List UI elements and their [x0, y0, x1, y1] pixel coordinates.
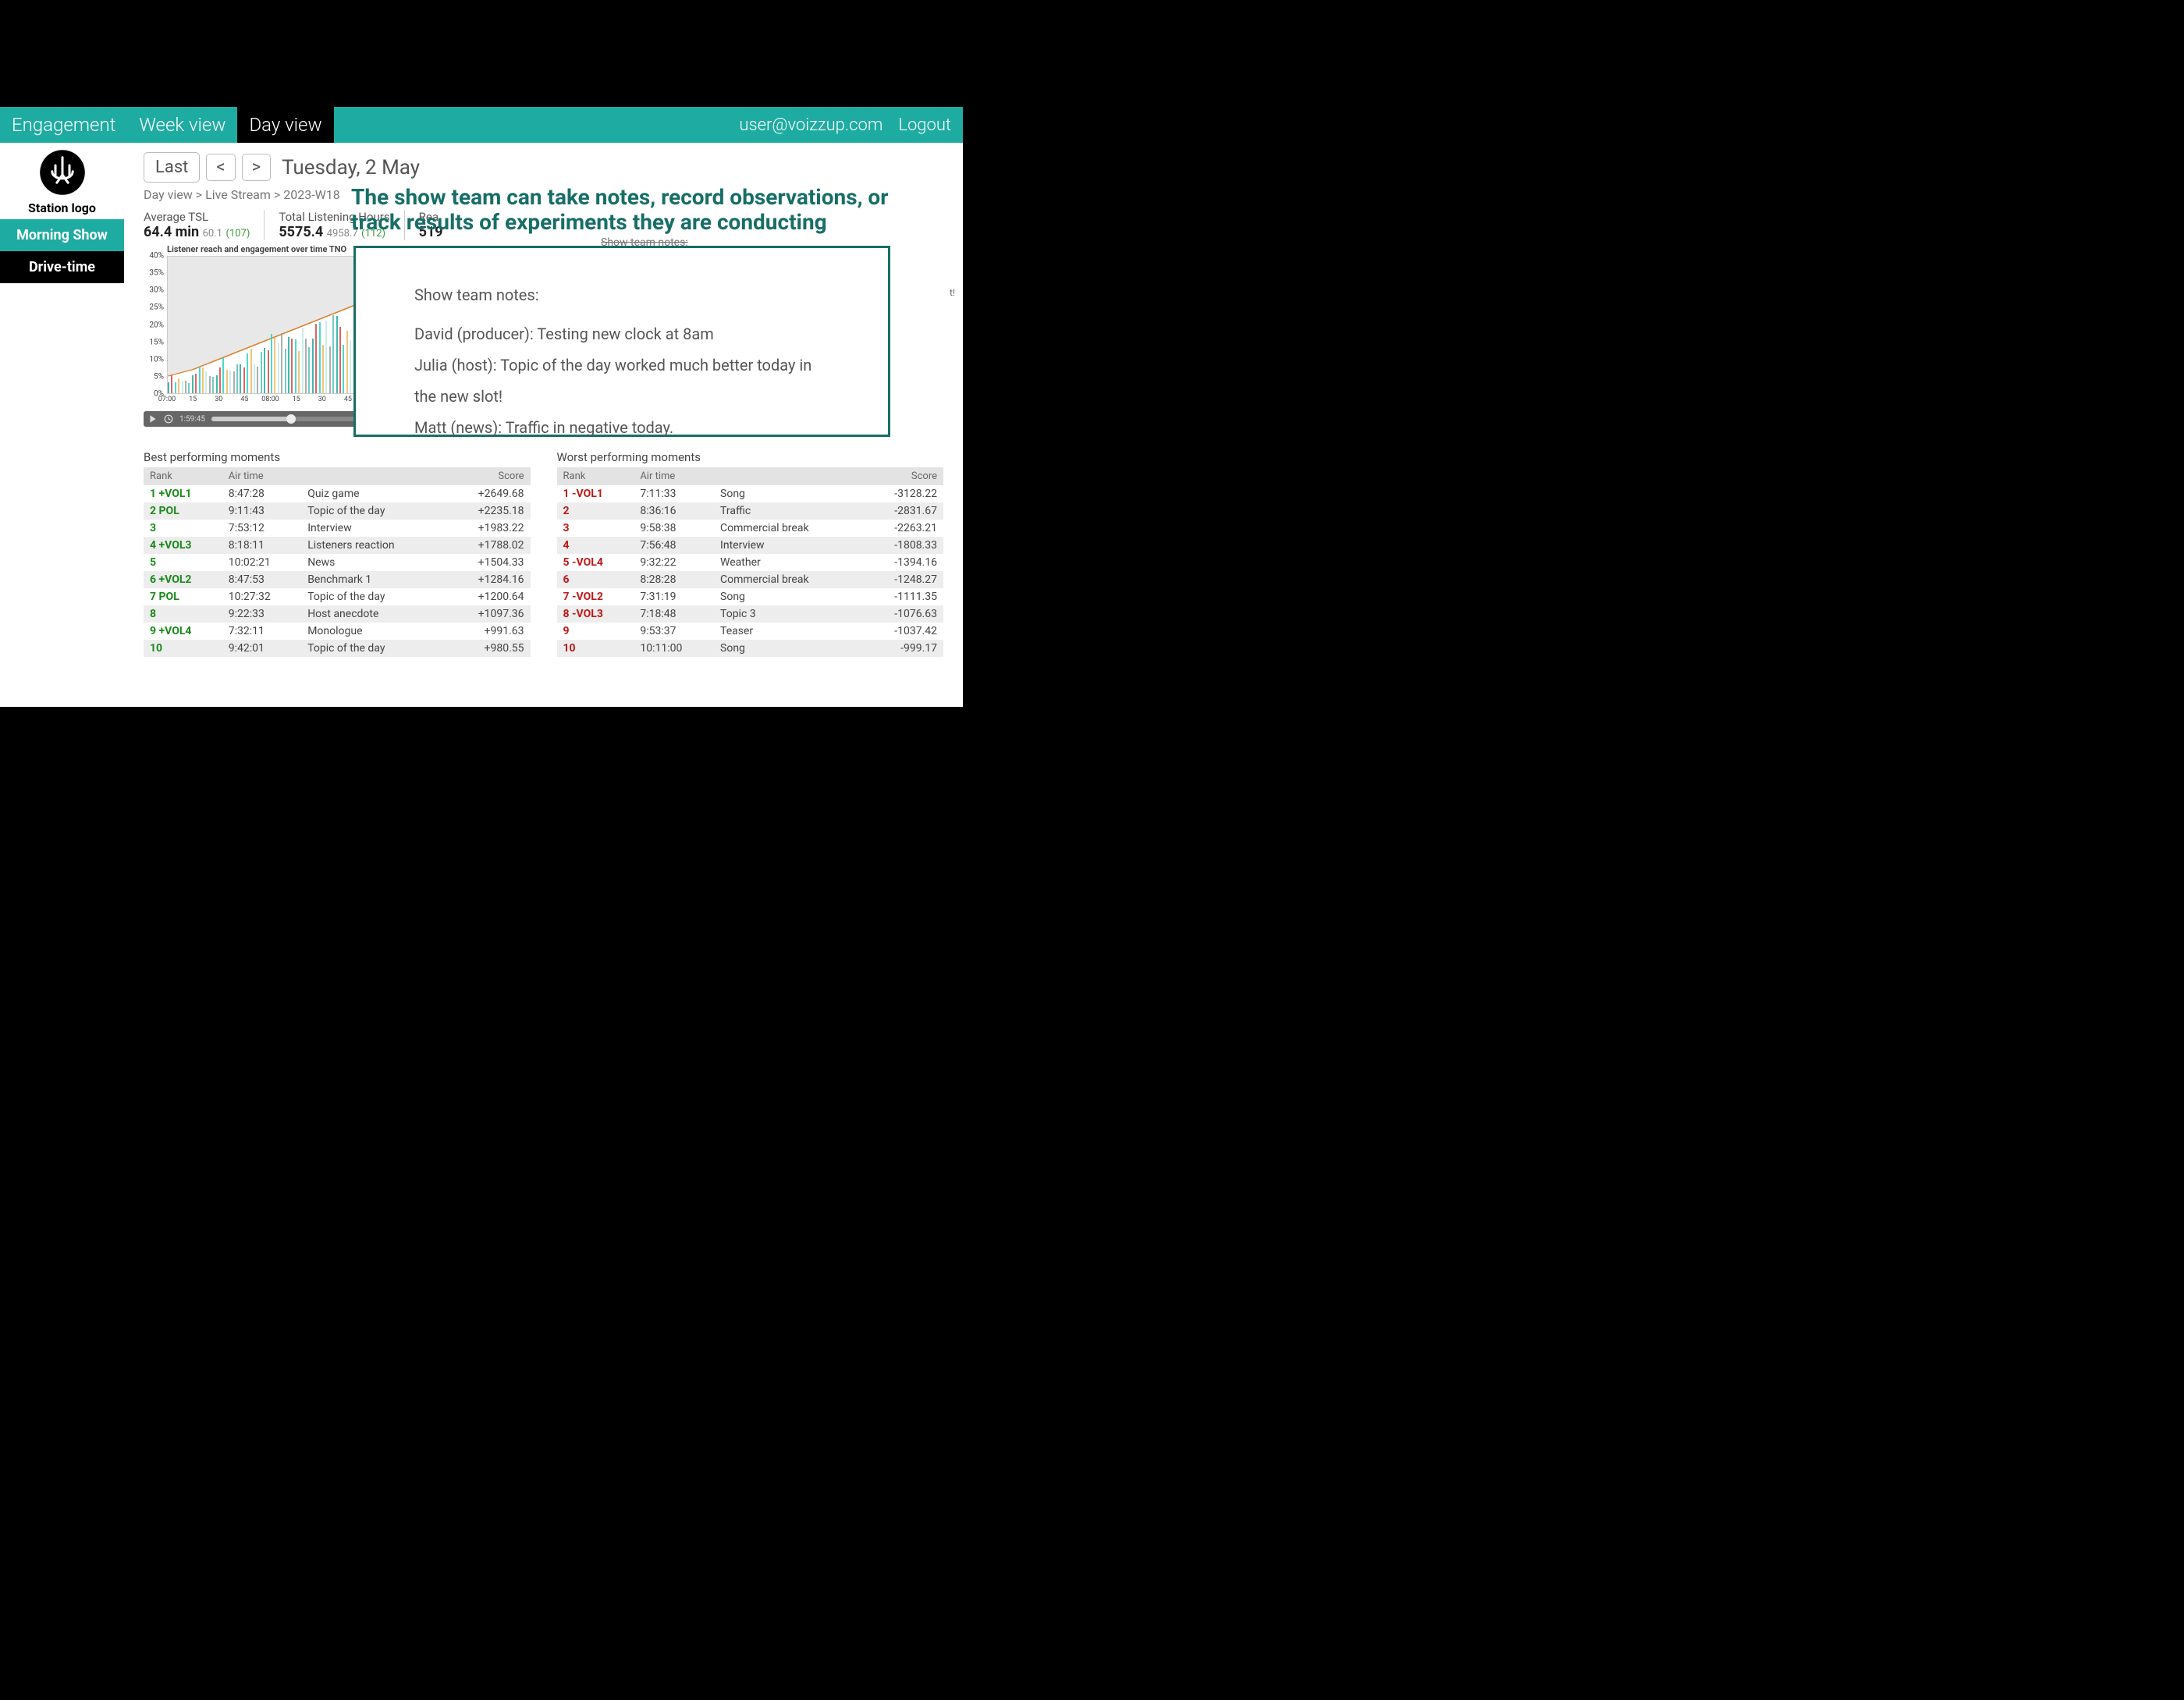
station-logo: Station logo	[0, 143, 124, 219]
table-row[interactable]: 99:53:37Teaser-1037.42	[557, 623, 944, 640]
date-title: Tuesday, 2 May	[282, 156, 420, 179]
table-row[interactable]: 47:56:48Interview-1808.33	[557, 537, 944, 554]
table-row[interactable]: 8 -VOL37:18:48Topic 3-1076.63	[557, 605, 944, 623]
table-row[interactable]: 39:58:38Commercial break-2263.21	[557, 520, 944, 537]
table-row[interactable]: 6 +VOL28:47:53Benchmark 1+1284.16	[144, 571, 531, 588]
notes-line: Matt (news): Traffic in negative today.	[414, 412, 829, 443]
date-controls: Last < > Tuesday, 2 May	[144, 152, 943, 183]
nav-day-view[interactable]: Day view	[237, 107, 333, 143]
prev-button[interactable]: <	[206, 154, 235, 181]
table-row[interactable]: 68:28:28Commercial break-1248.27	[557, 571, 944, 588]
stat-tsl: Average TSL 64.4 min 60.1 (107)	[144, 210, 265, 240]
feature-callout: The show team can take notes, record obs…	[351, 185, 924, 235]
top-nav: Engagement Week view Day view user@voizz…	[0, 107, 963, 143]
player-position: 1:59:45	[179, 415, 205, 424]
nav-week-view[interactable]: Week view	[127, 107, 237, 143]
table-row[interactable]: 89:22:33Host anecdote+1097.36	[144, 605, 531, 623]
sidebar: Station logo Morning Show Drive-time	[0, 143, 124, 707]
table-row[interactable]: 109:42:01Topic of the day+980.55	[144, 640, 531, 657]
clock-icon[interactable]	[164, 414, 173, 424]
nav-engagement[interactable]: Engagement	[0, 107, 127, 143]
add-moment-hint: t!	[950, 287, 955, 298]
tables-row: Best performing moments RankAir timeScor…	[144, 450, 943, 657]
notes-line: David (producer): Testing new clock at 8…	[414, 318, 829, 350]
table-row[interactable]: 7 -VOL27:31:19Song-1111.35	[557, 588, 944, 605]
table-row[interactable]: 1 +VOL18:47:28Quiz game+2649.68	[144, 485, 531, 502]
logout-link[interactable]: Logout	[898, 115, 963, 135]
table-row[interactable]: 510:02:21News+1504.33	[144, 554, 531, 571]
table-row[interactable]: 4 +VOL38:18:11Listeners reaction+1788.02	[144, 537, 531, 554]
table-row[interactable]: 5 -VOL49:32:22Weather-1394.16	[557, 554, 944, 571]
table-row[interactable]: 9 +VOL47:32:11Monologue+991.63	[144, 623, 531, 640]
table-row[interactable]: 1 -VOL17:11:33Song-3128.22	[557, 485, 944, 502]
show-team-notes: Show team notes: David (producer): Testi…	[353, 246, 890, 437]
table-row[interactable]: 37:53:12Interview+1983.22	[144, 520, 531, 537]
worst-moments: Worst performing moments RankAir timeSco…	[557, 450, 944, 657]
station-logo-icon	[39, 149, 86, 196]
station-logo-label: Station logo	[0, 201, 124, 215]
play-icon[interactable]	[148, 414, 158, 424]
notes-title: Show team notes:	[414, 279, 829, 311]
table-row[interactable]: 7 POL10:27:32Topic of the day+1200.64	[144, 588, 531, 605]
table-row[interactable]: 28:36:16Traffic-2831.67	[557, 502, 944, 520]
last-button[interactable]: Last	[144, 152, 200, 183]
best-moments: Best performing moments RankAir timeScor…	[144, 450, 531, 657]
notes-line: Julia (host): Topic of the day worked mu…	[414, 350, 829, 412]
table-row[interactable]: 2 POL9:11:43Topic of the day+2235.18	[144, 502, 531, 520]
next-button[interactable]: >	[242, 154, 272, 181]
sidebar-show-drive[interactable]: Drive-time	[0, 251, 124, 283]
sidebar-show-morning[interactable]: Morning Show	[0, 219, 124, 251]
table-row[interactable]: 1010:11:00Song-999.17	[557, 640, 944, 657]
user-email: user@voizzup.com	[739, 115, 898, 135]
